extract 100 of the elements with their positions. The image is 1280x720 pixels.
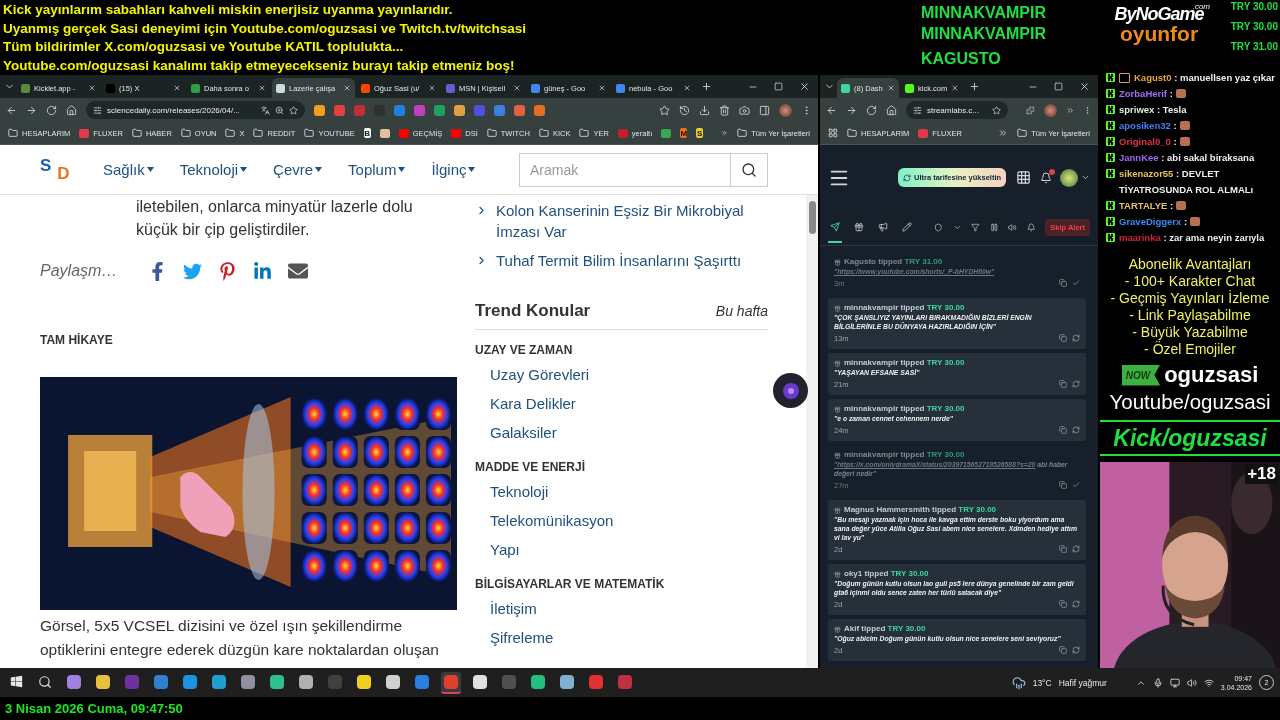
apps-icon[interactable] xyxy=(1016,170,1032,185)
bell-icon[interactable] xyxy=(1026,223,1036,232)
check-icon[interactable] xyxy=(1072,279,1080,287)
more-bookmarks-icon[interactable] xyxy=(721,128,729,138)
scrollbar[interactable] xyxy=(806,195,818,668)
trash-icon[interactable] xyxy=(719,104,730,116)
reload-icon[interactable] xyxy=(46,104,57,116)
mic-icon[interactable] xyxy=(1152,677,1163,688)
home-icon[interactable] xyxy=(66,104,77,116)
site-settings-icon[interactable] xyxy=(93,105,102,115)
filter-icon[interactable] xyxy=(971,223,980,232)
maximize-icon[interactable] xyxy=(1054,82,1063,91)
shield-icon[interactable] xyxy=(934,223,943,232)
copy-icon[interactable] xyxy=(1059,380,1067,388)
nav-menu[interactable]: İlginç xyxy=(431,161,476,178)
story-link[interactable]: Tuhaf Termit Bilim İnsanlarını Şaşırttı xyxy=(496,250,742,271)
bookmark[interactable]: S xyxy=(696,128,704,138)
address-bar[interactable]: streamlabs.c... xyxy=(906,101,1008,119)
bookmark[interactable]: M xyxy=(680,128,688,138)
close-icon[interactable] xyxy=(88,84,96,92)
nav-menu[interactable]: Teknoloji xyxy=(179,161,248,178)
pinterest-icon[interactable] xyxy=(218,261,237,281)
topic-link[interactable]: Telekomünikasyon xyxy=(475,506,768,535)
new-tab-icon[interactable] xyxy=(969,81,980,92)
site-logo[interactable]: S D xyxy=(40,155,103,184)
reload-icon[interactable] xyxy=(866,104,877,116)
extension-icon[interactable] xyxy=(334,104,345,116)
address-bar[interactable]: sciencedaily.com/releases/2026/04/... xyxy=(86,101,305,119)
site-settings-icon[interactable] xyxy=(913,105,922,115)
close-icon[interactable] xyxy=(513,84,521,92)
topic-link[interactable]: Kara Delikler xyxy=(475,389,768,418)
extension-icon[interactable] xyxy=(534,104,545,116)
network-icon[interactable] xyxy=(1203,677,1214,688)
apps-icon[interactable] xyxy=(828,128,838,138)
replay-icon[interactable] xyxy=(1072,380,1080,388)
replay-icon[interactable] xyxy=(1072,545,1080,553)
copy-icon[interactable] xyxy=(1059,481,1067,489)
close-icon[interactable] xyxy=(428,84,436,92)
copy-icon[interactable] xyxy=(1059,600,1067,608)
topic-link[interactable]: Teknoloji xyxy=(475,477,768,506)
side-panel-icon[interactable] xyxy=(759,104,770,116)
replay-icon[interactable] xyxy=(1072,646,1080,654)
new-tab-icon[interactable] xyxy=(701,81,712,92)
star-icon[interactable] xyxy=(659,104,670,116)
extension-icon[interactable] xyxy=(434,104,445,116)
forward-icon[interactable] xyxy=(26,104,37,116)
close-icon[interactable] xyxy=(343,84,351,92)
close-icon[interactable] xyxy=(887,84,895,92)
close-icon[interactable] xyxy=(598,84,606,92)
extensions-icon[interactable] xyxy=(1026,104,1035,116)
copy-icon[interactable] xyxy=(1059,279,1067,287)
download-icon[interactable] xyxy=(699,104,710,116)
replay-icon[interactable] xyxy=(1072,334,1080,342)
translate-icon[interactable] xyxy=(261,105,270,115)
display-icon[interactable] xyxy=(1169,677,1180,688)
extension-icon[interactable] xyxy=(314,104,325,116)
caret-icon[interactable] xyxy=(952,223,962,232)
nav-menu[interactable]: Çevre xyxy=(273,161,323,178)
maximize-icon[interactable] xyxy=(774,82,783,91)
caret-icon[interactable] xyxy=(1081,173,1091,182)
volume-icon[interactable] xyxy=(1008,223,1017,232)
linkedin-icon[interactable] xyxy=(253,261,272,281)
extension-icon[interactable] xyxy=(394,104,405,116)
topic-link[interactable]: Şifreleme xyxy=(475,623,768,652)
forward-icon[interactable] xyxy=(846,104,857,116)
extension-icon[interactable] xyxy=(454,104,465,116)
zoom-icon[interactable] xyxy=(275,105,284,115)
close-icon[interactable] xyxy=(258,84,266,92)
profile-avatar[interactable] xyxy=(1060,168,1079,187)
extension-icon[interactable] xyxy=(514,104,525,116)
mail-icon[interactable] xyxy=(288,261,308,281)
topic-link[interactable]: Galaksiler xyxy=(475,418,768,447)
nav-menu[interactable]: Toplum xyxy=(348,161,406,178)
copy-icon[interactable] xyxy=(1059,426,1067,434)
replay-icon[interactable] xyxy=(1072,426,1080,434)
twitter-icon[interactable] xyxy=(183,261,202,281)
bookmark[interactable]: B xyxy=(363,128,371,138)
back-icon[interactable] xyxy=(6,104,17,116)
more-bookmarks-icon[interactable] xyxy=(998,128,1009,138)
pause-icon[interactable] xyxy=(989,223,999,232)
notifications-icon[interactable] xyxy=(1040,171,1053,184)
search-field[interactable]: Aramak xyxy=(519,152,731,187)
close-icon[interactable] xyxy=(683,84,691,92)
volume-icon[interactable] xyxy=(1186,677,1197,688)
topic-link[interactable]: Uzay Görevleri xyxy=(475,360,768,389)
history-icon[interactable] xyxy=(679,104,690,116)
copy-icon[interactable] xyxy=(1059,646,1067,654)
extension-icon[interactable] xyxy=(414,104,425,116)
topic-link[interactable]: Yapı xyxy=(475,535,768,564)
copy-icon[interactable] xyxy=(1059,334,1067,342)
nav-menu[interactable]: Sağlık xyxy=(103,161,154,178)
replay-icon[interactable] xyxy=(1072,600,1080,608)
home-icon[interactable] xyxy=(886,104,897,116)
bookmark-icon[interactable] xyxy=(661,128,672,138)
search-button[interactable] xyxy=(731,152,768,187)
story-link[interactable]: Kolon Kanserinin Eşsiz Bir Mikrobiyal İmzası Var xyxy=(496,200,768,242)
bookmark-star-icon[interactable] xyxy=(992,105,1001,115)
check-icon[interactable] xyxy=(1072,481,1080,489)
copy-icon[interactable] xyxy=(1059,545,1067,553)
close-icon[interactable] xyxy=(173,84,181,92)
